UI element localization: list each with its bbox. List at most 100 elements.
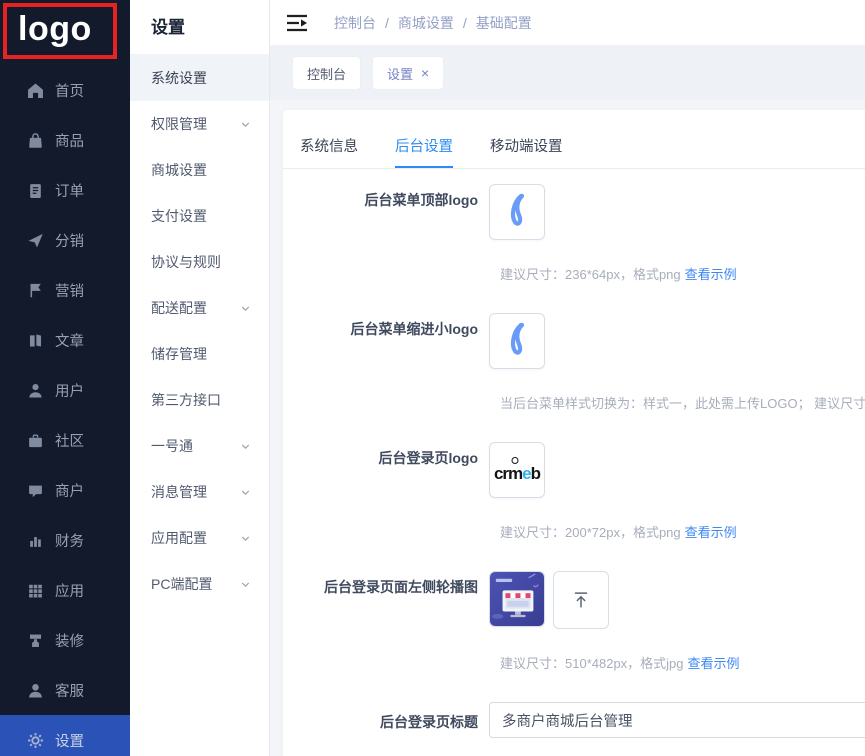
sidebar-item-label: 装修 [55,630,84,651]
field-login-title: 后台登录页标题 [283,702,865,738]
field-label: 后台登录页logo [283,442,489,468]
submenu-item-messages[interactable]: 消息管理 [130,469,269,515]
tag-console[interactable]: 控制台 [293,57,360,89]
carousel-thumbnail[interactable] [489,571,545,627]
sidebar-item-label: 营销 [55,280,84,301]
submenu-item-mall-settings[interactable]: 商城设置 [130,147,269,193]
settings-form: 后台菜单顶部logo 建议尺寸：236*64px，格式png查看示例 [283,169,865,738]
sidebar-item-users[interactable]: 用户 [0,365,130,415]
sidebar-item-label: 订单 [55,180,84,201]
field-label: 后台菜单顶部logo [283,184,489,210]
breadcrumb-item-basic-config: 基础配置 [476,13,532,33]
submenu-title: 设置 [130,0,269,55]
sidebar-item-home[interactable]: 首页 [0,65,130,115]
chevron-down-icon [240,579,251,590]
login-logo-image[interactable]: crmeb [489,442,545,498]
tab-system-info[interactable]: 系统信息 [300,126,358,168]
chevron-down-icon [240,533,251,544]
sidebar-item-service[interactable]: 客服 [0,665,130,715]
annotation-box [3,3,117,59]
sidebar-item-decorate[interactable]: 装修 [0,615,130,665]
sidebar-item-distribution[interactable]: 分销 [0,215,130,265]
sidebar-item-label: 财务 [55,530,84,551]
breadcrumb-item-mall-settings[interactable]: 商城设置 [398,13,454,33]
field-login-carousel: 后台登录页面左侧轮播图 [283,571,865,672]
sidebar-item-goods[interactable]: 商品 [0,115,130,165]
submenu-item-third-party[interactable]: 第三方接口 [130,377,269,423]
logo-squiggle-icon [504,321,530,361]
sidebar-item-finance[interactable]: 财务 [0,515,130,565]
main-sidebar: logo 首页 商品 订单 分销 营销 [0,0,130,756]
view-example-link[interactable]: 查看示例 [688,656,740,671]
submenu-item-app-config[interactable]: 应用配置 [130,515,269,561]
user-icon [27,382,44,399]
main-content: 控制台 / 商城设置 / 基础配置 控制台 设置× 系统信息 后台设置 移动端设… [270,0,865,756]
sidebar-item-apps[interactable]: 应用 [0,565,130,615]
flag-icon [27,282,44,299]
sidebar-item-merchants[interactable]: 商户 [0,465,130,515]
submenu-item-delivery[interactable]: 配送配置 [130,285,269,331]
sidebar-item-label: 商品 [55,130,84,151]
submenu-item-permissions[interactable]: 权限管理 [130,101,269,147]
crmeb-logo: crmeb [494,456,540,484]
content-area: 系统信息 后台设置 移动端设置 后台菜单顶部logo [270,100,865,756]
breadcrumb-separator: / [463,15,467,31]
sidebar-item-label: 用户 [55,380,84,401]
sidebar-item-marketing[interactable]: 营销 [0,265,130,315]
settings-tabs: 系统信息 后台设置 移动端设置 [283,126,865,169]
gear-icon [27,732,44,749]
carousel-illustration [490,571,544,627]
sidebar-item-label: 文章 [55,330,84,351]
storefront-icon [27,482,44,499]
field-label: 后台登录页标题 [283,702,489,732]
send-icon [27,232,44,249]
sidebar-item-label: 设置 [55,730,84,751]
sidebar-item-articles[interactable]: 文章 [0,315,130,365]
sidebar-item-label: 社区 [55,430,84,451]
sidebar-item-orders[interactable]: 订单 [0,165,130,215]
tab-mobile-settings[interactable]: 移动端设置 [490,126,563,168]
settings-submenu: 设置 系统设置 权限管理 商城设置 支付设置 协议与规则 配送配置 储存管理 第… [130,0,270,756]
menu-fold-icon[interactable] [286,13,308,33]
submenu-item-yihaotong[interactable]: 一号通 [130,423,269,469]
submenu-item-payment[interactable]: 支付设置 [130,193,269,239]
breadcrumb-separator: / [385,15,389,31]
login-title-input[interactable] [489,702,865,738]
field-hint: 建议尺寸：510*482px，格式jpg查看示例 [500,653,865,672]
submenu-item-system[interactable]: 系统设置 [130,55,269,101]
menu-small-logo-image[interactable] [489,313,545,369]
field-label: 后台菜单缩进小logo [283,313,489,339]
sidebar-item-label: 首页 [55,80,84,101]
view-example-link[interactable]: 查看示例 [685,267,737,282]
sidebar-item-label: 应用 [55,580,84,601]
shopping-bag-icon [27,132,44,149]
close-icon[interactable]: × [421,66,429,80]
view-example-link[interactable]: 查看示例 [685,525,737,540]
tag-settings[interactable]: 设置× [373,57,443,89]
home-icon [27,82,44,99]
customer-service-icon [27,682,44,699]
upload-button[interactable] [553,571,609,629]
chevron-down-icon [240,441,251,452]
submenu-item-storage[interactable]: 储存管理 [130,331,269,377]
tab-admin-settings[interactable]: 后台设置 [395,126,453,168]
grid-icon [27,582,44,599]
chevron-down-icon [240,303,251,314]
field-menu-top-logo: 后台菜单顶部logo 建议尺寸：236*64px，格式png查看示例 [283,184,865,283]
logo-squiggle-icon [504,192,530,232]
submenu-item-pc-config[interactable]: PC端配置 [130,561,269,607]
sidebar-item-community[interactable]: 社区 [0,415,130,465]
field-menu-small-logo: 后台菜单缩进小logo 当后台菜单样式切换为：样式一，此处需上传LOGO； 建议… [283,313,865,412]
breadcrumb-item-console[interactable]: 控制台 [334,13,376,33]
menu-top-logo-image[interactable] [489,184,545,240]
sidebar-item-settings[interactable]: 设置 [0,715,130,756]
clipboard-icon [27,182,44,199]
upload-arrow-icon [570,589,592,611]
briefcase-icon [27,432,44,449]
chevron-down-icon [240,487,251,498]
logo-area[interactable]: logo [0,0,130,64]
paint-brush-icon [27,632,44,649]
chevron-down-icon [240,119,251,130]
field-label: 后台登录页面左侧轮播图 [283,571,489,597]
submenu-item-agreements[interactable]: 协议与规则 [130,239,269,285]
